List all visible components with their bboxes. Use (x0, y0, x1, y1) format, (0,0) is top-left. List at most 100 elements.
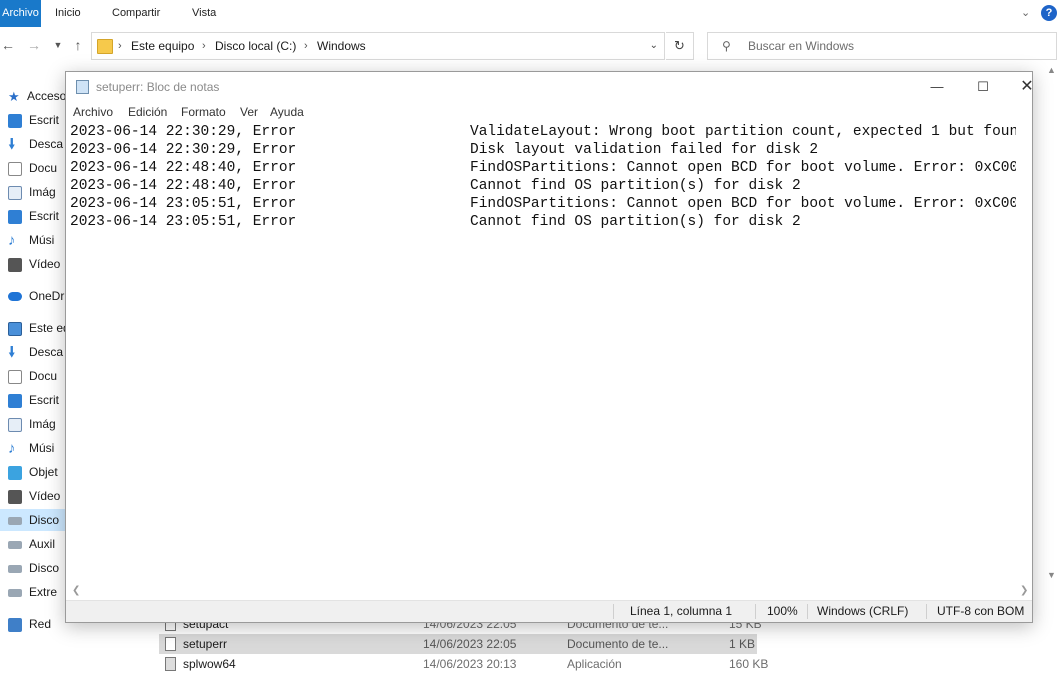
cloud-icon (8, 292, 22, 302)
drive-icon (8, 516, 22, 525)
nav-item-este-equipo[interactable]: Este eq (8, 317, 68, 339)
nav-item-imagenes[interactable]: Imág (8, 181, 68, 203)
nav-item-videos[interactable]: Vídeo (8, 253, 68, 275)
search-input[interactable]: ⚲ Buscar en Windows (707, 32, 1057, 60)
minimize-icon[interactable]: — (914, 72, 960, 102)
nav-item-escritorio-2[interactable]: Escrit (8, 205, 68, 227)
scroll-down-icon[interactable]: ▼ (1047, 570, 1056, 580)
status-encoding: UTF-8 con BOM (937, 604, 1025, 618)
menu-ver[interactable]: Ver (240, 102, 258, 122)
film-icon (8, 257, 22, 272)
download-icon: 🠛 (8, 343, 16, 361)
notepad-titlebar[interactable]: setuperr: Bloc de notas — ☐ ✕ (66, 72, 1034, 102)
file-date: 14/06/2023 20:13 (423, 657, 517, 671)
folder-icon (97, 39, 113, 54)
nav-item-descargas-2[interactable]: 🠛 Desca (8, 341, 68, 363)
file-type: Documento de te... (567, 637, 669, 651)
menu-formato[interactable]: Formato (181, 102, 226, 122)
scroll-right-icon[interactable]: ❯ (1020, 584, 1028, 598)
nav-item-disco-local[interactable]: Disco (0, 509, 66, 531)
file-size: 160 KB (729, 657, 769, 671)
drive-icon (8, 564, 22, 573)
menu-archivo[interactable]: Archivo (73, 102, 113, 122)
music-icon: ♪ (8, 231, 16, 249)
log-line: 2023-06-14 22:48:40, Error Cannot find OS… (70, 178, 801, 194)
desktop-icon (8, 209, 22, 224)
music-icon: ♪ (8, 439, 16, 457)
ribbon-tab-compartir[interactable]: Compartir (112, 0, 160, 27)
nav-item-onedrive[interactable]: OneDri (8, 285, 68, 307)
text-file-icon (165, 637, 176, 651)
ribbon-tab-inicio[interactable]: Inicio (55, 0, 81, 27)
explorer-scrollbar[interactable]: ▲ ▼ (1043, 65, 1061, 585)
file-row-setuperr[interactable]: setuperr 14/06/2023 22:05 Documento de t… (159, 634, 757, 654)
desktop-icon (8, 393, 22, 408)
drive-icon (8, 588, 22, 597)
nav-item-musica-2[interactable]: ♪ Músi (8, 437, 68, 459)
arrow-right-icon[interactable]: → (26, 36, 42, 54)
nav-item-objetos-3d[interactable]: Objet (8, 461, 68, 483)
film-icon (8, 489, 22, 504)
breadcrumb-windows[interactable]: Windows (317, 33, 366, 59)
status-line-ending: Windows (CRLF) (817, 604, 909, 618)
navigation-pane: ★ Acceso Escrit 🠛 Desca Docu Imág Escrit ♪… (0, 78, 68, 666)
file-list: setupact 14/06/2023 22:05 Documento de t… (159, 616, 1059, 671)
text-editor[interactable]: 2023-06-14 22:30:29, Error ValidateLayout… (66, 122, 1016, 584)
ribbon-tab-archivo[interactable]: Archivo (0, 0, 41, 27)
arrow-left-icon[interactable]: ← (0, 36, 16, 54)
menu-edicion[interactable]: Edición (128, 102, 167, 122)
nav-item-auxiliar[interactable]: Auxil (8, 533, 68, 555)
help-icon[interactable]: ? (1041, 5, 1057, 21)
picture-icon (8, 417, 22, 432)
search-placeholder: Buscar en Windows (748, 39, 855, 53)
nav-item-descargas[interactable]: 🠛 Desca (8, 133, 68, 155)
nav-item-musica[interactable]: ♪ Músi (8, 229, 68, 251)
status-divider (755, 604, 756, 619)
nav-item-imagenes-2[interactable]: Imág (8, 413, 68, 435)
breadcrumb-este-equipo[interactable]: Este equipo (131, 33, 194, 59)
log-line: 2023-06-14 22:30:29, Error ValidateLayout… (70, 124, 1016, 140)
computer-icon (8, 321, 22, 336)
window-title: setuperr: Bloc de notas (96, 80, 220, 94)
status-divider (613, 604, 614, 619)
ribbon-expand-icon[interactable]: ⌄ (1021, 6, 1035, 20)
status-cursor-position: Línea 1, columna 1 (630, 604, 733, 618)
status-divider (926, 604, 927, 619)
maximize-icon[interactable]: ☐ (960, 72, 1006, 102)
breadcrumb-disco-local[interactable]: Disco local (C:) (215, 33, 296, 59)
nav-item-escritorio[interactable]: Escrit (8, 109, 68, 131)
breadcrumb-separator[interactable]: › (118, 33, 122, 59)
recent-locations-icon[interactable]: ▼ (50, 36, 66, 54)
nav-item-escritorio-3[interactable]: Escrit (8, 389, 68, 411)
editor-horizontal-scrollbar[interactable]: ❮ ❯ (66, 584, 1032, 598)
close-icon[interactable]: ✕ (1004, 72, 1050, 102)
log-line: 2023-06-14 23:05:51, Error FindOSPartitio… (70, 196, 1016, 212)
breadcrumb-separator[interactable]: › (202, 33, 206, 59)
nav-item-acceso-rapido[interactable]: ★ Acceso (8, 85, 68, 107)
notepad-window[interactable]: setuperr: Bloc de notas — ☐ ✕ Archivo Ed… (65, 71, 1034, 623)
scroll-left-icon[interactable]: ❮ (72, 584, 80, 598)
ribbon-tab-vista[interactable]: Vista (192, 0, 216, 27)
editor-vertical-scrollbar[interactable] (1016, 122, 1032, 584)
log-line: 2023-06-14 23:05:51, Error Cannot find OS… (70, 214, 801, 230)
log-line: 2023-06-14 22:48:40, Error FindOSPartitio… (70, 160, 1016, 176)
arrow-up-icon[interactable]: ↑ (70, 36, 86, 54)
menu-ayuda[interactable]: Ayuda (270, 102, 304, 122)
breadcrumb-separator[interactable]: › (304, 33, 308, 59)
address-row: ← → ▼ ↑ › Este equipo › Disco local (C:)… (0, 27, 1061, 65)
address-bar[interactable]: › Este equipo › Disco local (C:) › Windo… (91, 32, 665, 60)
refresh-icon[interactable]: ↻ (666, 32, 694, 60)
nav-item-disco-2[interactable]: Disco (8, 557, 68, 579)
nav-item-documentos-2[interactable]: Docu (8, 365, 68, 387)
nav-item-extraible[interactable]: Extre (8, 581, 68, 603)
notepad-icon (76, 80, 89, 94)
nav-item-documentos[interactable]: Docu (8, 157, 68, 179)
file-type: Aplicación (567, 657, 622, 671)
file-date: 14/06/2023 22:05 (423, 637, 517, 651)
nav-item-videos-2[interactable]: Vídeo (8, 485, 68, 507)
file-row-splwow64[interactable]: splwow64 14/06/2023 20:13 Aplicación 160… (159, 654, 768, 674)
nav-item-red[interactable]: Red (8, 613, 68, 635)
chevron-down-icon[interactable]: ⌄ (650, 33, 658, 59)
log-line: 2023-06-14 22:30:29, Error Disk layout va… (70, 142, 819, 158)
star-icon: ★ (8, 88, 20, 104)
